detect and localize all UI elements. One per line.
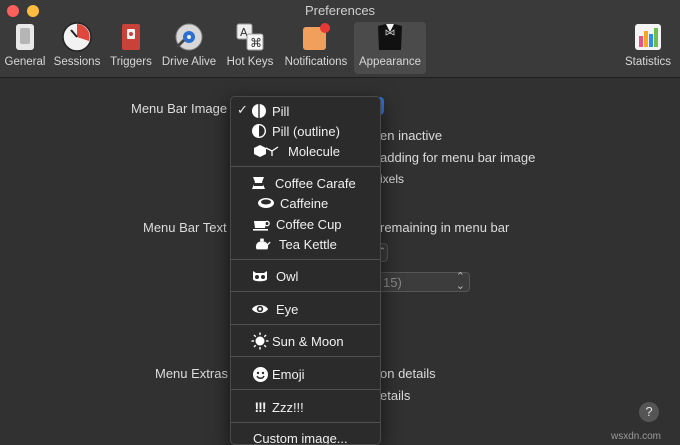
tab-appearance[interactable]: Appearance (354, 22, 426, 74)
menu-item-label: Pill (272, 103, 290, 119)
menu-separator (231, 389, 380, 390)
emoji-icon (251, 365, 269, 383)
tab-statistics[interactable]: Statistics (618, 22, 678, 74)
menu-item-label: Zzz!!! (272, 399, 304, 415)
help-button[interactable]: ? (639, 402, 659, 422)
tea-kettle-icon (253, 235, 271, 253)
menu-item-label: Molecule (288, 143, 341, 159)
menu-extras-label: Menu Extras (155, 366, 228, 381)
menu-bar-text-label: Menu Bar Text (143, 220, 227, 235)
menu-separator (231, 259, 380, 260)
tab-sessions-label: Sessions (53, 56, 101, 68)
window-title: Preferences (304, 3, 376, 18)
menu-item-coffee-carafe[interactable]: Coffee Carafe (231, 173, 380, 193)
menu-item-label: Emoji (272, 366, 305, 382)
menu-item-label: Pill (outline) (272, 123, 340, 139)
menu-item-tea-kettle[interactable]: Tea Kettle (231, 234, 380, 254)
menu-item-label: Owl (276, 268, 299, 284)
eye-icon (251, 300, 269, 318)
tab-triggers-label: Triggers (110, 56, 152, 68)
checkmark-icon: ✓ (237, 102, 248, 117)
popup-value-fragment: 15) (383, 275, 402, 290)
tab-drive-alive[interactable]: Drive Alive (158, 22, 220, 74)
molecule-icon (251, 142, 287, 160)
menu-item-owl[interactable]: Owl (231, 266, 380, 286)
tab-notifications[interactable]: Notifications (280, 22, 352, 74)
tab-appearance-label: Appearance (358, 56, 422, 68)
menu-item-label: Caffeine (280, 195, 329, 211)
menu-bar-image-menu: ✓ Pill Pill (outline) Molecule Coffee Ca… (230, 96, 381, 445)
menu-item-coffee-cup[interactable]: Coffee Cup (231, 214, 380, 234)
menu-item-label: Coffee Carafe (275, 175, 356, 191)
details-label-fragment-2: etails (380, 388, 411, 403)
pixels-label-fragment: ixels (380, 172, 405, 186)
triggers-icon (116, 22, 146, 52)
popup-fragment-2[interactable]: 15) ⌃ ⌄ (376, 272, 470, 292)
sun-moon-icon (251, 332, 269, 350)
menu-item-custom-image[interactable]: Custom image... (231, 428, 380, 445)
drive-alive-icon (174, 22, 204, 52)
menu-item-molecule[interactable]: Molecule (231, 141, 380, 161)
coffee-cup-icon (252, 215, 270, 233)
coffee-carafe-icon (250, 174, 268, 192)
menu-item-emoji[interactable]: Emoji (231, 364, 380, 384)
notifications-icon (301, 22, 331, 52)
menu-item-label: Tea Kettle (279, 236, 337, 252)
pill-outline-icon (250, 122, 268, 140)
chevron-updown-icon: ⌃ ⌄ (455, 271, 465, 292)
menu-separator (231, 291, 380, 292)
when-inactive-label-fragment: en inactive (380, 128, 443, 143)
pill-icon (250, 102, 268, 120)
menu-separator (231, 356, 380, 357)
tab-sessions[interactable]: Sessions (51, 22, 103, 74)
owl-icon (251, 267, 269, 285)
menu-item-sun-moon[interactable]: Sun & Moon (231, 331, 380, 351)
watermark: wsxdn.com (611, 431, 662, 442)
menu-item-zzz[interactable]: !!! Zzz!!! (231, 397, 380, 417)
menu-item-label: Custom image... (253, 430, 348, 445)
hot-keys-icon: A ⌘ (235, 22, 265, 52)
menu-item-pill-outline[interactable]: Pill (outline) (231, 121, 380, 141)
sessions-icon (62, 22, 92, 52)
menu-item-label: Sun & Moon (272, 333, 344, 349)
menu-bar-image-label: Menu Bar Image (131, 101, 228, 116)
menu-item-eye[interactable]: Eye (231, 299, 380, 319)
statistics-icon (633, 22, 663, 52)
general-icon (10, 22, 40, 52)
menu-separator (231, 324, 380, 325)
remaining-label-fragment: remaining in menu bar (380, 220, 510, 235)
tab-hot-keys[interactable]: A ⌘ Hot Keys (224, 22, 276, 74)
tab-hot-keys-label: Hot Keys (226, 56, 274, 68)
padding-label-fragment: adding for menu bar image (380, 150, 536, 165)
tab-notifications-label: Notifications (284, 56, 348, 68)
window-toolbar: Preferences General Sessions Triggers Dr… (0, 0, 680, 78)
menu-item-label: Eye (276, 301, 299, 317)
details-label-fragment-1: on details (380, 366, 436, 381)
tab-statistics-label: Statistics (624, 56, 671, 68)
caffeine-icon (257, 194, 275, 212)
appearance-icon (375, 22, 405, 52)
menu-item-caffeine[interactable]: Caffeine (231, 193, 380, 213)
tab-general-label: General (4, 56, 46, 68)
svg-text:⌘: ⌘ (250, 36, 262, 50)
menu-separator (231, 166, 380, 167)
tab-triggers[interactable]: Triggers (107, 22, 155, 74)
tab-drive-alive-label: Drive Alive (161, 56, 217, 68)
tab-general[interactable]: General (2, 22, 48, 74)
exclamation-icon: !!! (254, 399, 267, 415)
menu-separator (231, 422, 380, 423)
menu-item-pill[interactable]: ✓ Pill (231, 101, 380, 121)
menu-item-label: Coffee Cup (276, 216, 342, 232)
